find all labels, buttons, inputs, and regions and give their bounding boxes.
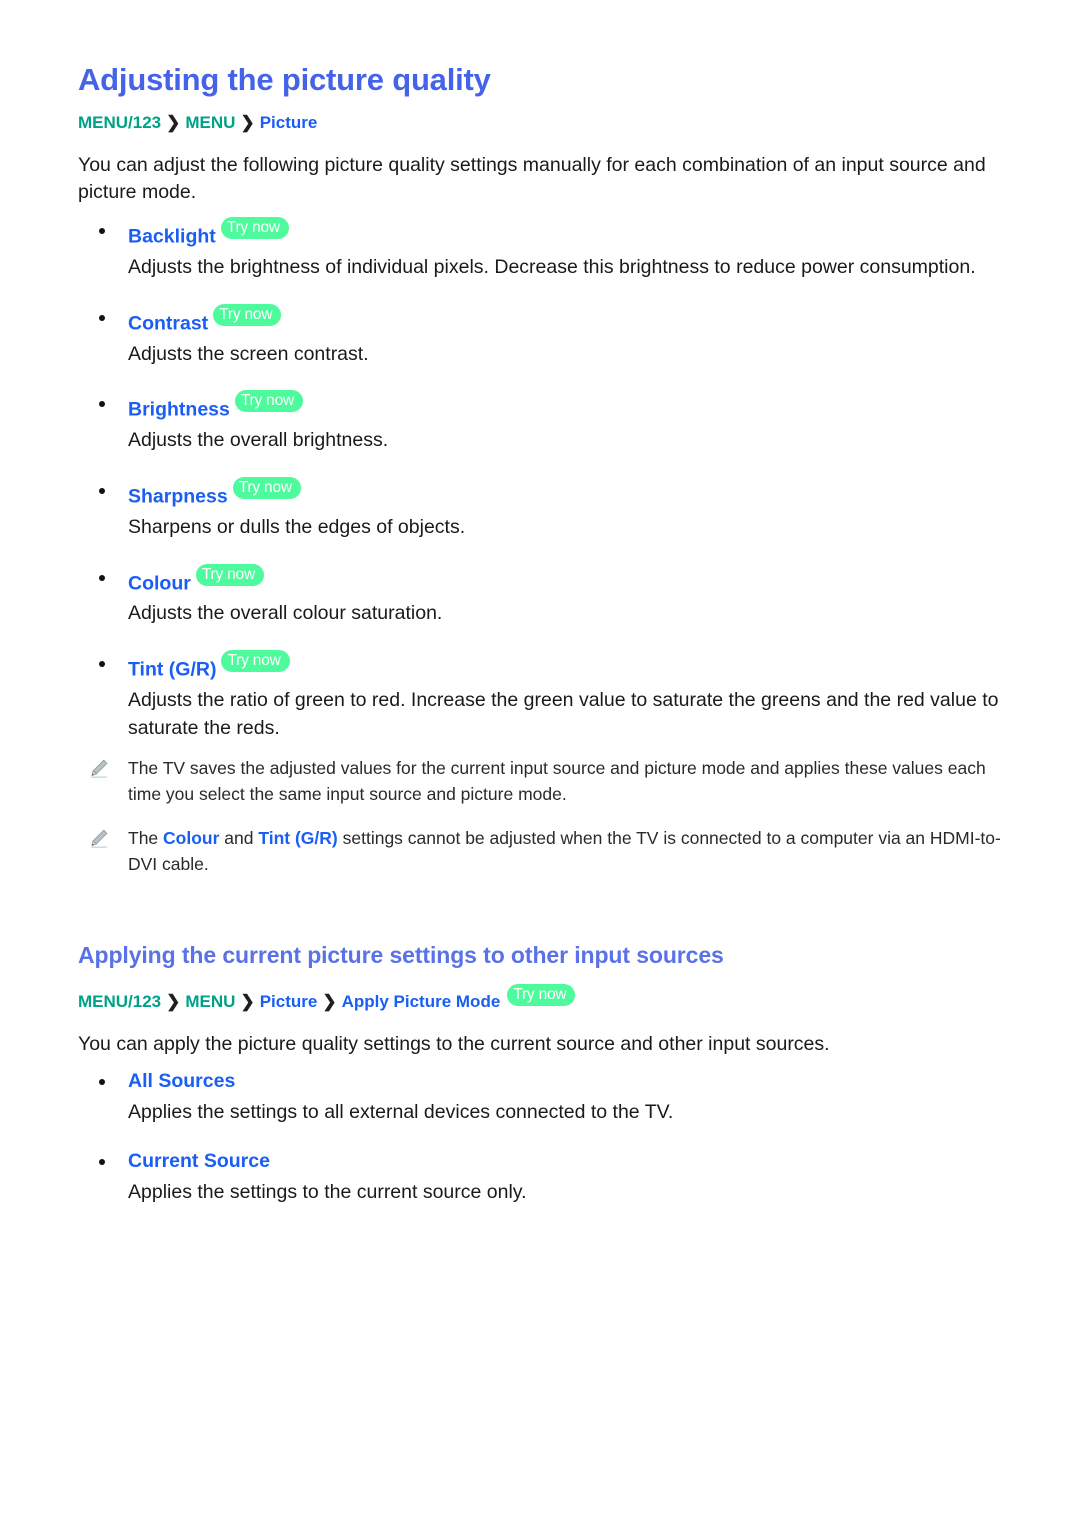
option-description: Applies the settings to the current sour… (128, 1180, 527, 1203)
breadcrumb-item-menu[interactable]: MENU (185, 113, 235, 132)
list-item: Colour Try now Adjusts the overall colour… (78, 563, 1008, 629)
list-item: All Sources Applies the settings to all … (78, 1068, 1008, 1126)
note-text: The TV saves the adjusted values for the… (128, 758, 986, 805)
chevron-right-icon: ❯ (322, 991, 337, 1011)
try-now-badge[interactable]: Try now (213, 303, 282, 326)
setting-description: Adjusts the brightness of individual pix… (128, 256, 976, 279)
breadcrumb-item-picture[interactable]: Picture (260, 113, 318, 132)
setting-colour[interactable]: Colour Try now (78, 563, 1008, 597)
breadcrumb-item-picture[interactable]: Picture (260, 992, 318, 1011)
try-now-badge[interactable]: Try now (221, 650, 290, 673)
option-label: All Sources (128, 1070, 236, 1093)
setting-label: Colour (128, 572, 191, 595)
note-item: The Colour and Tint (G/R) settings canno… (78, 826, 1008, 878)
option-label: Current Source (128, 1150, 270, 1173)
note-text: The Colour and Tint (G/R) settings canno… (128, 828, 1001, 874)
pencil-icon (91, 760, 108, 779)
options-list: All Sources Applies the settings to all … (78, 1068, 1008, 1206)
breadcrumb-item-menu123[interactable]: MENU/123 (78, 113, 161, 132)
list-item: Backlight Try now Adjusts the brightness … (78, 217, 1008, 282)
setting-description: Adjusts the ratio of green to red. Incre… (128, 689, 999, 739)
try-now-badge[interactable]: Try now (234, 390, 304, 413)
breadcrumb: MENU/123 ❯ MENU ❯ Picture (78, 112, 1008, 134)
chevron-right-icon: ❯ (240, 991, 255, 1011)
note-middle: and (219, 828, 259, 849)
note-link-tint[interactable]: Tint (G/R) (258, 828, 337, 848)
option-description: Applies the settings to all external dev… (128, 1100, 674, 1123)
breadcrumb-item-apply-picture-mode[interactable]: Apply Picture Mode (342, 992, 501, 1011)
setting-brightness[interactable]: Brightness Try now (78, 390, 1008, 423)
list-item: Contrast Try now Adjusts the screen contr… (78, 303, 1008, 369)
try-now-badge[interactable]: Try now (507, 983, 576, 1006)
list-item: Tint (G/R) Try now Adjusts the ratio of g… (78, 650, 1008, 742)
setting-label: Backlight (128, 225, 216, 248)
setting-description: Adjusts the screen contrast. (128, 342, 369, 365)
setting-sharpness[interactable]: Sharpness Try now (78, 476, 1008, 510)
chevron-right-icon: ❯ (166, 112, 181, 132)
note-link-colour[interactable]: Colour (163, 828, 219, 848)
setting-contrast[interactable]: Contrast Try now (78, 303, 1008, 337)
setting-description: Adjusts the overall brightness. (128, 429, 389, 452)
setting-label: Brightness (128, 398, 230, 421)
option-all-sources[interactable]: All Sources (78, 1068, 1008, 1094)
breadcrumb-item-menu[interactable]: MENU (185, 992, 235, 1011)
breadcrumb-item-menu123[interactable]: MENU/123 (78, 992, 161, 1011)
list-item: Current Source Applies the settings to t… (78, 1148, 1008, 1206)
section-paragraph: You can apply the picture quality settin… (78, 1032, 830, 1055)
intro-paragraph: You can adjust the following picture qua… (78, 153, 986, 204)
list-item: Sharpness Try now Sharpens or dulls the e… (78, 476, 1008, 542)
setting-tint[interactable]: Tint (G/R) Try now (78, 650, 1008, 683)
try-now-badge[interactable]: Try now (220, 217, 289, 240)
list-item: Brightness Try now Adjusts the overall br… (78, 390, 1008, 455)
setting-description: Adjusts the overall colour saturation. (128, 602, 443, 625)
pencil-icon (91, 829, 108, 849)
section-title: Applying the current picture settings to… (78, 942, 724, 969)
page-title: Adjusting the picture quality (78, 62, 491, 97)
setting-description: Sharpens or dulls the edges of objects. (128, 515, 466, 538)
option-current-source[interactable]: Current Source (78, 1148, 1008, 1174)
setting-label: Contrast (128, 312, 209, 335)
setting-label: Tint (G/R) (128, 658, 217, 681)
chevron-right-icon: ❯ (240, 112, 255, 132)
try-now-badge[interactable]: Try now (195, 563, 264, 586)
document-page: Adjusting the picture quality MENU/123 ❯ M… (0, 0, 1080, 1527)
settings-list: Backlight Try now Adjusts the brightness … (78, 217, 1008, 742)
chevron-right-icon: ❯ (166, 991, 181, 1011)
setting-backlight[interactable]: Backlight Try now (78, 217, 1008, 250)
note-prefix: The (128, 828, 164, 849)
try-now-badge[interactable]: Try now (232, 476, 301, 499)
note-item: The TV saves the adjusted values for the… (78, 756, 1008, 808)
setting-label: Sharpness (128, 485, 228, 508)
breadcrumb-secondary: MENU/123 ❯ MENU ❯ Picture ❯ Apply Picture Mode… (78, 983, 1008, 1013)
